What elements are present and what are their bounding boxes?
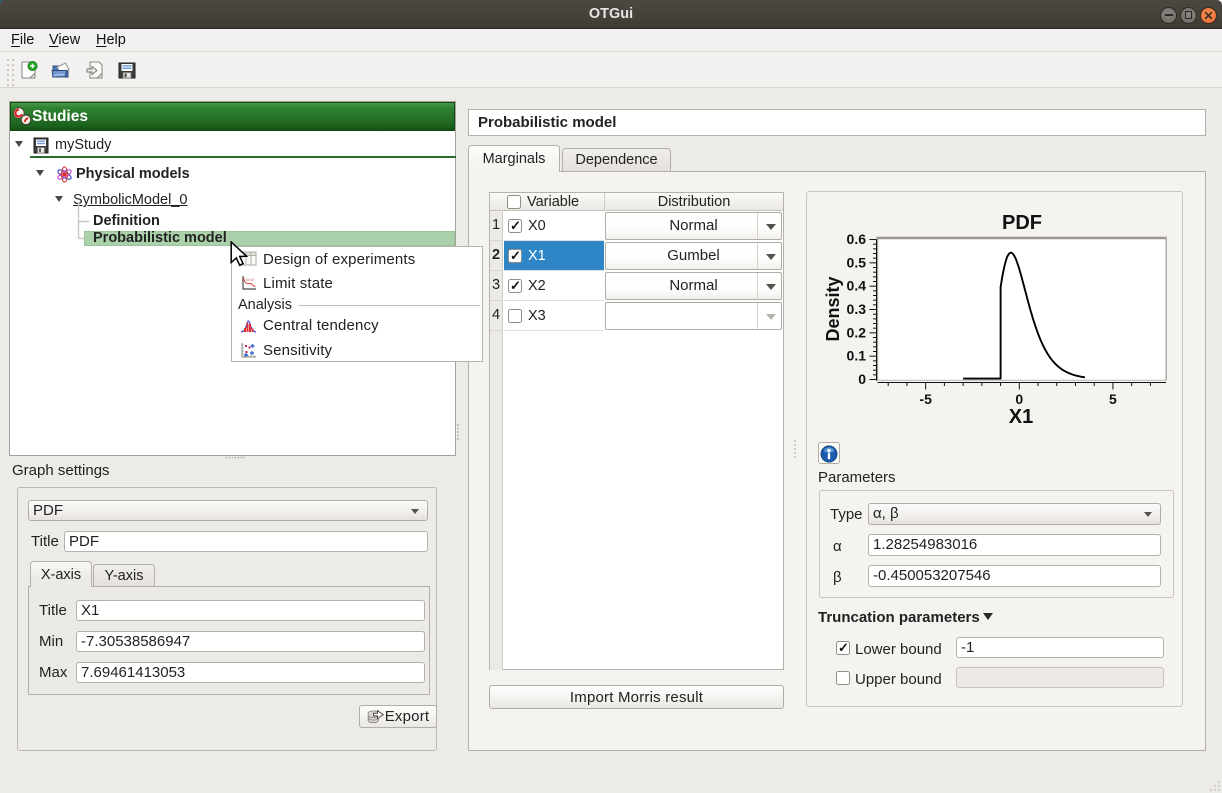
- svg-text:-5: -5: [919, 391, 932, 407]
- svg-text:0.6: 0.6: [847, 231, 867, 247]
- svg-text:PDF: PDF: [1002, 212, 1042, 234]
- svg-text:Density: Density: [823, 276, 843, 341]
- svg-text:0.3: 0.3: [847, 301, 867, 317]
- svg-text:0: 0: [1015, 391, 1023, 407]
- svg-text:0.1: 0.1: [847, 348, 867, 364]
- svg-text:0.5: 0.5: [847, 254, 867, 270]
- svg-text:G=0: G=0: [246, 277, 254, 282]
- svg-text:X1: X1: [1009, 406, 1033, 428]
- svg-text:0: 0: [858, 371, 866, 387]
- svg-text:5: 5: [1109, 391, 1117, 407]
- svg-text:0.2: 0.2: [847, 324, 867, 340]
- svg-text:0.4: 0.4: [847, 278, 867, 294]
